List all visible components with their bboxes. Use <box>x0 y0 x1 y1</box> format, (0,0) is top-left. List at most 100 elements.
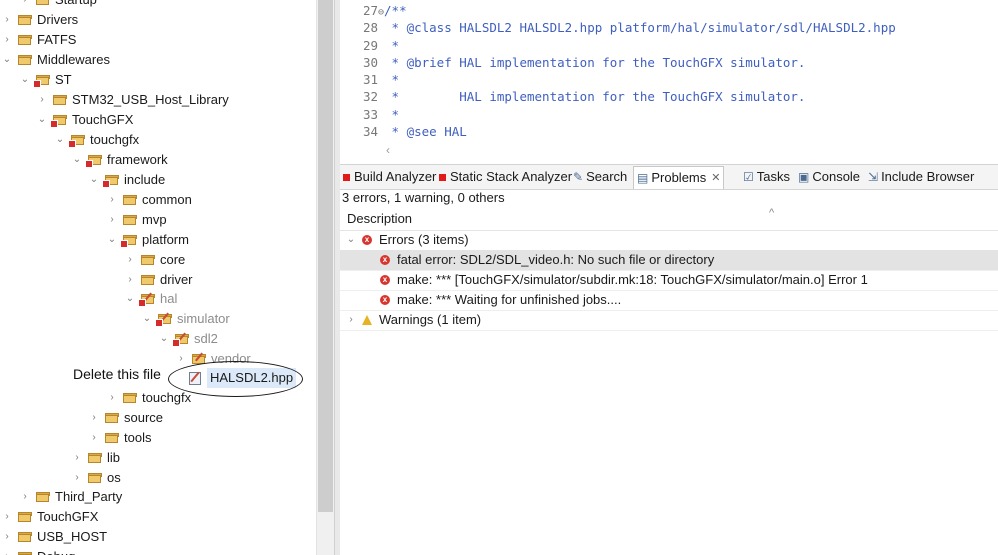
tree-item-drivers[interactable]: › Drivers <box>2 10 78 30</box>
code-line[interactable]: 32 * HAL implementation for the TouchGFX… <box>340 88 806 105</box>
console-icon: ▣ <box>798 170 810 184</box>
tab-tasks[interactable]: ☑ Tasks <box>740 167 793 187</box>
tree-item-framework[interactable]: ⌄ framework <box>72 150 168 170</box>
tab-console[interactable]: ▣ Console <box>795 167 863 187</box>
collapse-icon[interactable]: ⌄ <box>125 289 135 309</box>
tree-item-usb-host[interactable]: › USB_HOST <box>2 527 107 547</box>
expand-icon[interactable]: › <box>2 527 12 547</box>
collapse-icon[interactable]: ⌄ <box>37 110 47 130</box>
tree-item-core[interactable]: › core <box>125 250 185 270</box>
tree-item-startup[interactable]: ›Startup <box>20 0 97 10</box>
collapse-icon[interactable]: ⌄ <box>142 309 152 329</box>
error-icon: x <box>380 255 390 265</box>
tree-item-third-party[interactable]: › Third_Party <box>20 487 122 507</box>
expand-icon[interactable]: › <box>2 507 12 527</box>
tree-item-lib[interactable]: › lib <box>72 448 120 468</box>
folder-edit-icon <box>155 312 172 327</box>
tree-item-simulator[interactable]: ⌄ simulator <box>142 309 230 329</box>
collapse-icon[interactable]: ⌄ <box>55 130 65 150</box>
expand-icon[interactable]: › <box>2 547 12 555</box>
explorer-scrollbar[interactable] <box>316 0 334 555</box>
tree-item-common[interactable]: › common <box>107 190 192 210</box>
tree-item-debug[interactable]: ›Debug <box>2 547 75 555</box>
collapse-icon[interactable]: ⌄ <box>346 230 356 250</box>
error-row[interactable]: x make: *** Waiting for unfinished jobs..… <box>340 290 998 311</box>
code-line[interactable]: 28 * @class HALSDL2 HALSDL2.hpp platform… <box>340 19 896 36</box>
folder-icon <box>105 413 119 423</box>
expand-icon[interactable]: › <box>107 388 117 408</box>
tree-item-hal[interactable]: ⌄ hal <box>125 289 177 309</box>
code-line[interactable]: 29 * <box>340 37 399 54</box>
collapse-icon[interactable]: ⌄ <box>159 329 169 349</box>
collapse-icon[interactable]: ⌄ <box>107 230 117 250</box>
expand-icon[interactable]: › <box>20 487 30 507</box>
folder-icon <box>36 0 49 5</box>
expand-icon[interactable]: › <box>89 428 99 448</box>
expand-icon[interactable]: › <box>72 468 82 488</box>
collapse-icon[interactable]: ⌄ <box>20 70 30 90</box>
tree-item-include[interactable]: ⌄ include <box>89 170 165 190</box>
tab-include-browser[interactable]: ⇲ Include Browser <box>865 167 977 187</box>
scrollbar-thumb[interactable] <box>318 0 333 512</box>
expand-icon[interactable]: › <box>346 310 356 330</box>
expand-icon[interactable]: › <box>107 190 117 210</box>
folder-icon <box>36 492 50 502</box>
view-tabbar: Build Analyzer Static Stack Analyzer ✎ Se… <box>340 164 998 190</box>
error-icon: x <box>362 235 372 245</box>
tab-build-analyzer[interactable]: Build Analyzer <box>340 167 439 187</box>
code-line[interactable]: 33 * <box>340 106 399 123</box>
collapse-icon[interactable]: ⌄ <box>72 150 82 170</box>
error-icon: x <box>380 295 390 305</box>
folder-error-icon <box>33 75 50 88</box>
tree-item-touchgfx-root[interactable]: › TouchGFX <box>2 507 98 527</box>
expand-icon[interactable]: › <box>37 90 47 110</box>
tree-item-os[interactable]: › os <box>72 468 120 488</box>
tree-item-platform[interactable]: ⌄ platform <box>107 230 189 250</box>
code-line[interactable]: 34 * @see HAL <box>340 123 467 140</box>
tab-static-stack-analyzer[interactable]: Static Stack Analyzer <box>436 167 575 187</box>
tree-item-st[interactable]: ⌄ ST <box>20 70 72 90</box>
tree-item-driver[interactable]: › driver <box>125 270 192 290</box>
collapse-icon[interactable]: ⌄ <box>2 50 12 70</box>
folder-icon <box>123 393 137 403</box>
folder-icon <box>141 275 155 285</box>
tab-search[interactable]: ✎ Search <box>570 167 630 187</box>
sort-icon: ^ <box>769 207 775 219</box>
error-row[interactable]: x fatal error: SDL2/SDL_video.h: No such … <box>340 250 998 271</box>
annotation-text: Delete this file <box>73 366 161 382</box>
expand-icon[interactable]: › <box>125 250 135 270</box>
scroll-left-icon[interactable]: ‹ <box>386 143 390 157</box>
expand-icon[interactable]: › <box>2 10 12 30</box>
tree-item-fatfs[interactable]: › FATFS <box>2 30 76 50</box>
column-header-description[interactable]: Description ^ <box>340 207 998 231</box>
warnings-group[interactable]: › Warnings (1 item) <box>340 310 998 331</box>
tree-item-sdl2[interactable]: ⌄ sdl2 <box>159 329 218 349</box>
tree-item-tools[interactable]: › tools <box>89 428 151 448</box>
tree-item-source[interactable]: › source <box>89 408 163 428</box>
error-row[interactable]: x make: *** [TouchGFX/simulator/subdir.mk… <box>340 270 998 291</box>
expand-icon[interactable]: › <box>89 408 99 428</box>
tree-item-touchgfx[interactable]: ⌄ TouchGFX <box>37 110 133 130</box>
tree-item-middlewares[interactable]: ⌄ Middlewares <box>2 50 110 70</box>
folder-icon <box>18 532 32 542</box>
warning-icon <box>362 315 372 325</box>
tree-item-mvp[interactable]: › mvp <box>107 210 166 230</box>
code-line[interactable]: 30 * @brief HAL implementation for the T… <box>340 54 806 71</box>
expand-icon[interactable]: › <box>72 448 82 468</box>
code-line[interactable]: 31 * <box>340 71 399 88</box>
errors-group[interactable]: ⌄ x Errors (3 items) <box>340 230 998 251</box>
expand-icon[interactable]: › <box>2 30 12 50</box>
close-icon[interactable]: ✕ <box>711 168 720 188</box>
folder-icon <box>18 15 32 25</box>
project-explorer: ›Startup ›Drivers ›FATFS ⌄Middlewares ⌄S… <box>0 0 316 555</box>
tree-item-stm32-usb-host-library[interactable]: › STM32_USB_Host_Library <box>37 90 228 110</box>
expand-icon[interactable]: › <box>107 210 117 230</box>
tree-item-touchgfx-include[interactable]: › touchgfx <box>107 388 191 408</box>
tree-item-touchgfx-sub[interactable]: ⌄ touchgfx <box>55 130 139 150</box>
tab-problems[interactable]: ▤ Problems ✕ <box>633 166 725 189</box>
folder-error-icon <box>68 135 85 148</box>
expand-icon[interactable]: › <box>125 270 135 290</box>
code-line[interactable]: 27⊖/** <box>340 2 407 19</box>
expand-icon[interactable]: › <box>20 0 30 10</box>
collapse-icon[interactable]: ⌄ <box>89 170 99 190</box>
